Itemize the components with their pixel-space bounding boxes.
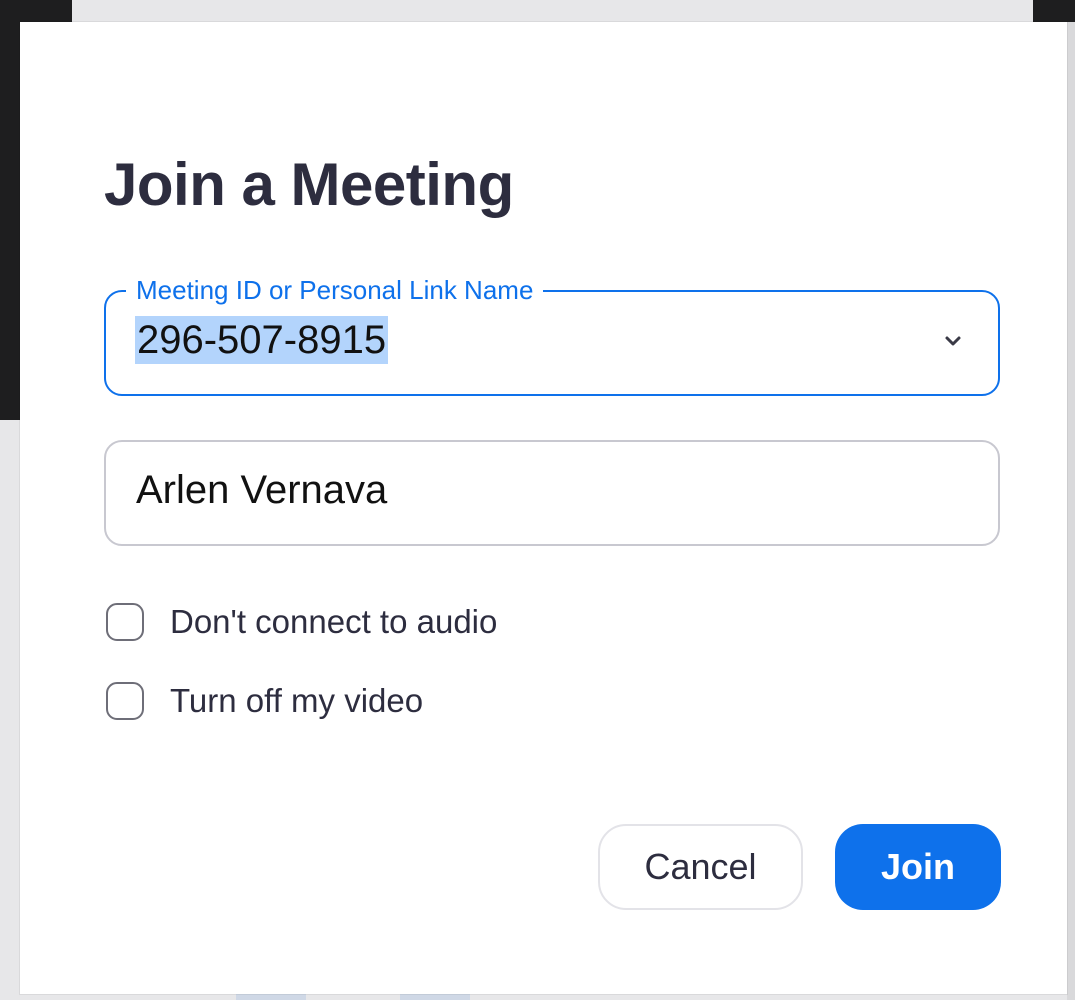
turn-off-video-checkbox[interactable] bbox=[106, 682, 144, 720]
turn-off-video-label[interactable]: Turn off my video bbox=[170, 682, 423, 720]
background-app-top-right bbox=[1033, 0, 1075, 22]
cancel-button[interactable]: Cancel bbox=[598, 824, 803, 910]
display-name-field[interactable]: Arlen Vernava bbox=[104, 440, 1000, 546]
meeting-id-label: Meeting ID or Personal Link Name bbox=[126, 274, 544, 306]
background-app-bottom-element bbox=[236, 994, 306, 1000]
option-dont-connect-audio[interactable]: Don't connect to audio bbox=[106, 600, 497, 644]
screen: Join a Meeting Meeting ID or Personal Li… bbox=[0, 0, 1075, 1000]
meeting-id-field[interactable]: Meeting ID or Personal Link Name 296-507… bbox=[104, 274, 1000, 396]
background-app-edge bbox=[0, 0, 22, 420]
dialog-title: Join a Meeting bbox=[104, 151, 514, 218]
dont-connect-audio-checkbox[interactable] bbox=[106, 603, 144, 641]
background-app-bottom-element bbox=[400, 994, 470, 1000]
join-button[interactable]: Join bbox=[835, 824, 1001, 910]
dont-connect-audio-label[interactable]: Don't connect to audio bbox=[170, 603, 497, 641]
display-name-input[interactable]: Arlen Vernava bbox=[136, 466, 387, 514]
join-meeting-dialog: Join a Meeting Meeting ID or Personal Li… bbox=[20, 22, 1067, 994]
chevron-down-icon[interactable] bbox=[942, 330, 964, 352]
background-app-right-edge bbox=[1067, 22, 1075, 1000]
background-app-top-left bbox=[0, 0, 72, 22]
option-turn-off-video[interactable]: Turn off my video bbox=[106, 679, 423, 723]
meeting-id-input[interactable]: 296-507-8915 bbox=[135, 316, 389, 364]
